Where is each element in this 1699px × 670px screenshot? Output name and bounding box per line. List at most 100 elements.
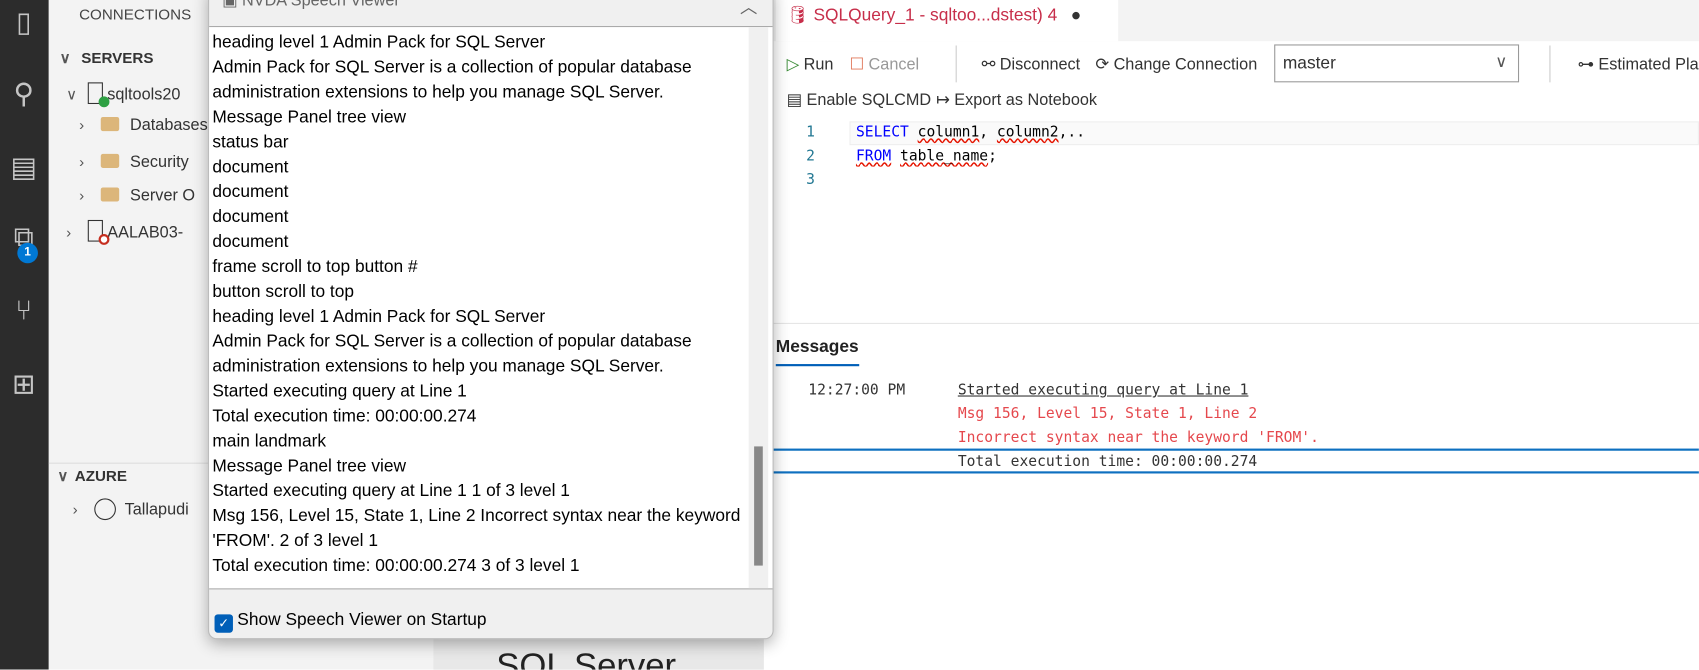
run-label: Run	[803, 55, 834, 74]
speech-line: administration extensions to help you ma…	[212, 83, 664, 102]
servers-header[interactable]: ∨ SERVERS	[60, 49, 154, 67]
tab-title: SQLQuery_1 - sqltoo...dstest)	[813, 6, 1043, 25]
speech-line: Started executing query at Line 1	[212, 382, 467, 401]
server-label: sqltools20	[107, 85, 181, 105]
disconnect-label: Disconnect	[999, 55, 1081, 74]
punct: ;	[988, 147, 997, 165]
speech-line: heading level 1 Admin Pack for SQL Serve…	[212, 33, 546, 53]
speech-line: document	[212, 183, 289, 202]
separator	[955, 45, 957, 83]
code-line-1[interactable]: SELECT column1, column2,..	[856, 124, 1085, 141]
enable-sqlcmd-label: Enable SQLCMD	[806, 91, 932, 110]
folder-icon	[100, 187, 120, 202]
sidebar-title: CONNECTIONS	[79, 5, 192, 23]
export-icon: ↦	[936, 91, 950, 110]
speech-line: Message Panel tree view	[212, 108, 407, 127]
speech-line: Total execution time: 00:00:00.274	[212, 407, 477, 426]
tree-item-server-objects[interactable]: › Server O	[79, 186, 195, 204]
tab-messages[interactable]: Messages	[775, 338, 859, 367]
cancel-label: Cancel	[868, 55, 920, 74]
separator	[1549, 45, 1551, 83]
database-select[interactable]: master ∨	[1274, 44, 1520, 83]
disconnect-button[interactable]: ⚯ Disconnect	[981, 54, 1081, 74]
azure-header[interactable]: ∨ AZURE	[57, 467, 127, 485]
azure-header-label: AZURE	[74, 466, 128, 485]
speech-line: heading level 1 Admin Pack for SQL Serve…	[212, 307, 546, 327]
extensions-icon[interactable]: ⊞	[4, 364, 43, 403]
chevron-down-icon: ∨	[1495, 53, 1508, 72]
row-focus-border	[773, 448, 1699, 451]
keyword: FROM	[855, 147, 892, 165]
azure-account[interactable]: › Tallapudi	[73, 498, 189, 521]
cancel-button[interactable]: ☐ Cancel	[849, 54, 920, 74]
speech-line: document	[212, 158, 289, 177]
keyword: SELECT	[855, 123, 909, 141]
speech-line: Started executing query at Line 1 1 of 3…	[212, 482, 570, 501]
speech-line: Admin Pack for SQL Server is a collectio…	[212, 58, 692, 77]
message-time: 12:27:00 PM	[808, 381, 906, 399]
activity-bar: ▯ ⚲ ▤ ⧉ 1 ⑂ ⊞	[0, 0, 49, 670]
message-started-link[interactable]: Started executing query at Line 1	[958, 381, 1249, 398]
line-number: 3	[806, 171, 815, 189]
message-total-time: Total execution time: 00:00:00.274	[957, 452, 1258, 471]
sqlcmd-icon: ▤	[786, 91, 802, 110]
export-notebook-button[interactable]: ↦ Export as Notebook	[936, 90, 1098, 110]
unsaved-dot-icon[interactable]: ●	[1071, 7, 1081, 25]
tree-label: Databases	[130, 115, 208, 135]
message-error-detail: Incorrect syntax near the keyword 'FROM'…	[957, 429, 1319, 447]
app-icon: ▣	[222, 0, 242, 10]
servers-header-label: SERVERS	[81, 48, 154, 67]
speech-line: Message Panel tree view	[212, 457, 407, 476]
nvda-speech-viewer-dialog: ▣ NVDA Speech Viewer ︿ heading level 1 A…	[208, 0, 774, 640]
export-notebook-label: Export as Notebook	[954, 91, 1098, 110]
enable-sqlcmd-button[interactable]: ▤ Enable SQLCMD	[786, 90, 932, 110]
identifier: column1	[917, 123, 980, 141]
speech-log[interactable]: heading level 1 Admin Pack for SQL Serve…	[209, 26, 773, 590]
row-focus-border	[773, 471, 1699, 474]
account-label: Tallapudi	[124, 500, 189, 519]
line-number: 1	[806, 123, 815, 141]
tab-sqlquery[interactable]: 🛢 SQLQuery_1 - sqltoo...dstest) 4 ●	[775, 0, 1119, 42]
speech-line: document	[212, 208, 289, 227]
account-icon	[94, 498, 116, 521]
speech-line: status bar	[212, 133, 289, 152]
play-icon: ▷	[786, 55, 800, 74]
connections-icon[interactable]: ▯	[4, 2, 43, 41]
tree-item-databases[interactable]: › Databases	[79, 116, 208, 134]
notebook-icon[interactable]: ▤	[4, 147, 43, 186]
message-error: Msg 156, Level 15, State 1, Line 2	[957, 405, 1258, 423]
identifier: column2	[996, 123, 1059, 141]
tab-bar: 🛢 SQLQuery_1 - sqltoo...dstest) 4 ●	[773, 0, 1699, 42]
speech-line: document	[212, 232, 289, 252]
server-label: AALAB03-	[107, 223, 184, 242]
folder-icon	[100, 117, 120, 132]
disconnect-icon: ⚯	[981, 55, 996, 74]
run-button[interactable]: ▷ Run	[786, 54, 834, 74]
scrollbar-thumb[interactable]	[754, 446, 763, 566]
speech-line: 'FROM'. 2 of 3 level 1	[212, 531, 378, 551]
punct: ,	[979, 123, 997, 141]
server-aalab03[interactable]: › AALAB03-	[66, 219, 184, 245]
server-connected-icon	[87, 82, 110, 108]
collapse-button[interactable]: ︿	[740, 0, 757, 18]
plan-icon: ⊶	[1577, 55, 1594, 74]
panel-divider	[773, 322, 1699, 324]
tree-item-security[interactable]: › Security	[79, 153, 189, 171]
punct: ,..	[1058, 123, 1086, 141]
estimated-plan-button[interactable]: ⊶ Estimated Plan	[1577, 54, 1699, 74]
change-connection-button[interactable]: ⟳ Change Connection	[1095, 54, 1257, 73]
speech-line: main landmark	[212, 432, 327, 451]
scrollbar[interactable]	[748, 27, 769, 589]
source-control-icon[interactable]: ⑂	[4, 290, 43, 329]
database-icon: 🛢	[786, 6, 814, 25]
dialog-title-text: NVDA Speech Viewer	[241, 0, 400, 10]
show-on-startup-checkbox[interactable]: ✓ Show Speech Viewer on Startup	[214, 611, 487, 633]
estimated-plan-label: Estimated Plan	[1598, 55, 1699, 74]
code-line-2[interactable]: FROM table_name;	[856, 147, 997, 164]
tree-label: Security	[130, 152, 189, 172]
dialog-title: ▣ NVDA Speech Viewer	[222, 0, 400, 12]
welcome-sql-server-text: SQL Server	[433, 639, 764, 670]
server-sqltools[interactable]: ∨ sqltools20	[66, 82, 181, 108]
speech-line: button scroll to top	[212, 282, 355, 302]
search-icon[interactable]: ⚲	[4, 74, 43, 113]
